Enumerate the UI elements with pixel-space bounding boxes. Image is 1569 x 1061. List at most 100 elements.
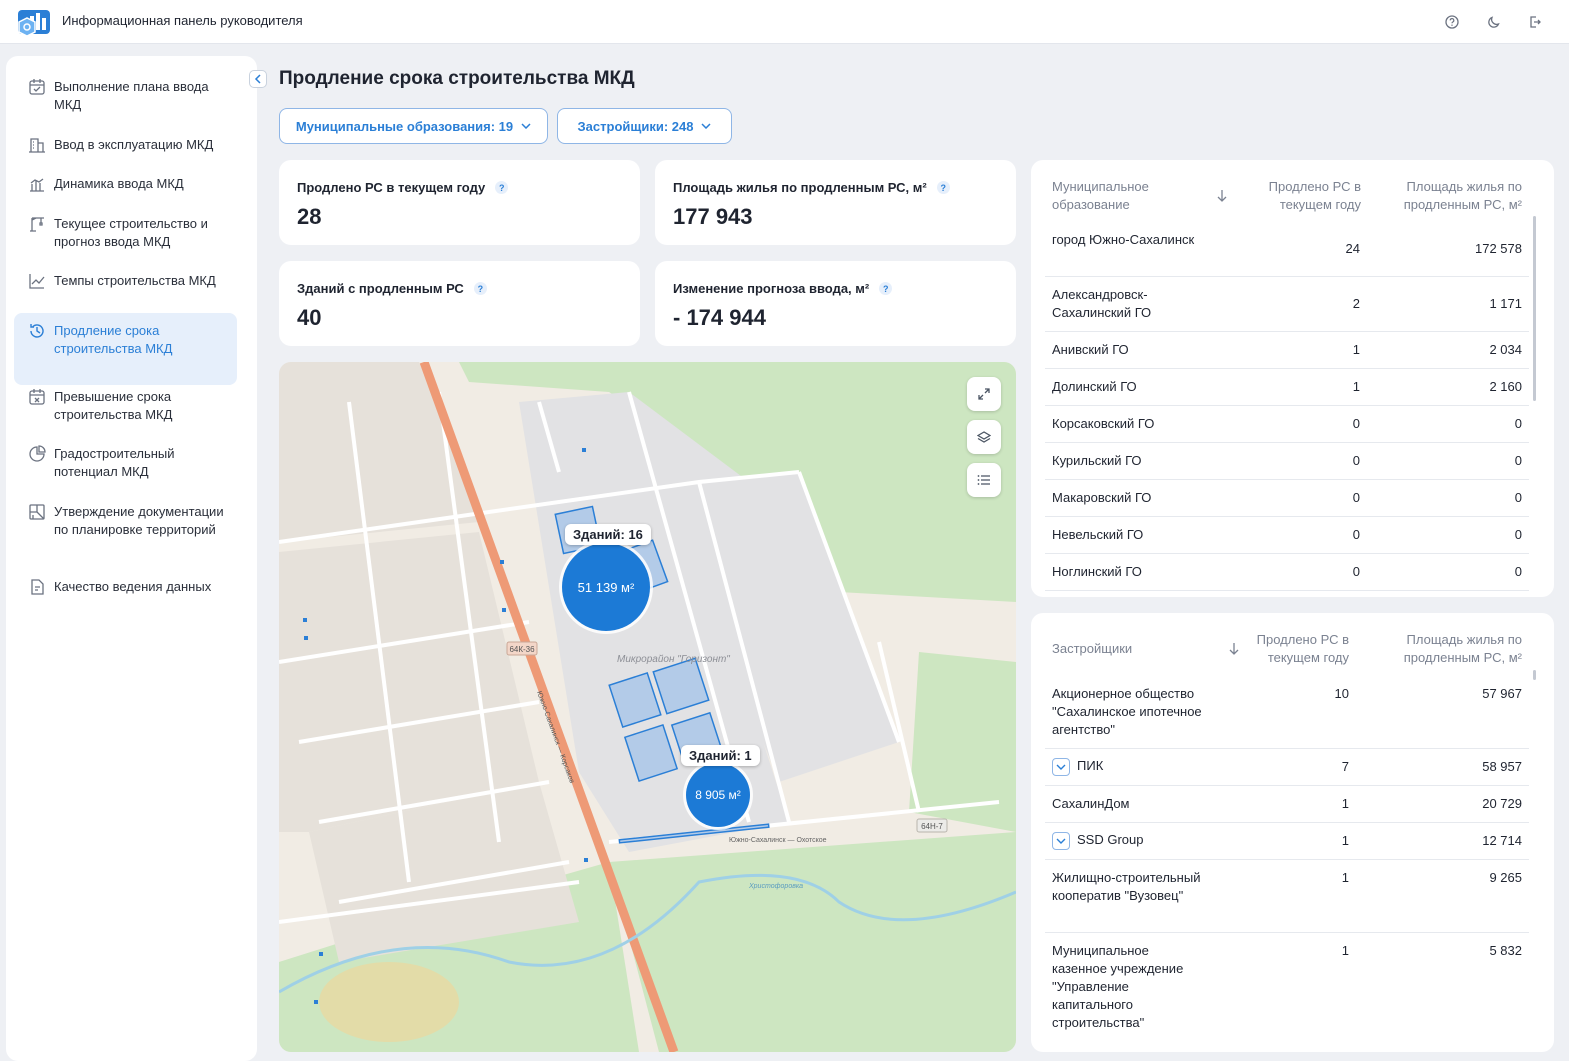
table-row[interactable]: Курильский ГО 0 0 xyxy=(1045,443,1529,480)
table-scrollbar[interactable] xyxy=(1533,216,1536,401)
sidebar-item-6[interactable]: Продление срока строительства МКД xyxy=(14,313,237,385)
column-header-count[interactable]: Продлено РС в текущем году xyxy=(1240,178,1361,214)
expand-row-icon[interactable] xyxy=(1052,757,1070,776)
cell-count: 24 xyxy=(1345,241,1360,256)
sidebar-item-7[interactable]: Превышение срока строительства МКД xyxy=(14,388,237,424)
layers-icon xyxy=(977,431,991,443)
sidebar-item-10[interactable]: Качество ведения данных xyxy=(14,578,237,596)
kpi-card-extended-count: Продлено РС в текущем году? 28 xyxy=(279,160,640,245)
page-title: Продление срока строительства МКД xyxy=(279,68,635,89)
table-row[interactable]: Долинский ГО 1 2 160 xyxy=(1045,369,1529,406)
table-row[interactable]: Корсаковский ГО 0 0 xyxy=(1045,406,1529,443)
layers-button[interactable] xyxy=(967,420,1001,454)
municipal-filter-dropdown[interactable]: Муниципальные образования: 19 xyxy=(279,108,548,144)
dark-mode-icon[interactable] xyxy=(1483,11,1505,33)
table-row[interactable]: Невельский ГО 0 0 xyxy=(1045,517,1529,554)
column-header-area[interactable]: Площадь жилья по продленным РС, м² xyxy=(1380,178,1522,214)
developers-filter-label: Застройщики: 248 xyxy=(577,118,694,134)
table-row[interactable]: Александровск-Сахалинский ГО 2 1 171 xyxy=(1045,277,1529,332)
cell-name: Анивский ГО xyxy=(1052,342,1129,357)
sidebar-item-1[interactable]: Выполнение плана ввода МКД xyxy=(14,78,237,114)
cell-count: 1 xyxy=(1341,870,1349,885)
table-row[interactable]: Анивский ГО 1 2 034 xyxy=(1045,332,1529,369)
column-header-name[interactable]: Застройщики xyxy=(1052,640,1202,658)
table-scrollbar[interactable] xyxy=(1533,670,1536,680)
table-row[interactable]: ПИК 7 58 957 xyxy=(1045,749,1529,786)
sidebar-item-2[interactable]: Ввод в эксплуатацию МКД xyxy=(14,136,237,154)
street-label: Южно-Сахалинск — Охотское xyxy=(729,837,827,844)
map-cluster[interactable]: 8 905 м² xyxy=(686,763,750,827)
cell-count: 0 xyxy=(1352,453,1360,468)
help-tooltip-icon[interactable]: ? xyxy=(473,282,487,295)
table-row[interactable]: Муниципальное казенное учреждение "Управ… xyxy=(1045,933,1529,1043)
sidebar-item-9[interactable]: Утверждение документации по планировке т… xyxy=(14,503,237,557)
sidebar-item-label: Динамика ввода МКД xyxy=(54,176,184,191)
cell-count: 2 xyxy=(1352,296,1360,311)
table-row[interactable]: SSD Group 1 12 714 xyxy=(1045,823,1529,860)
cell-name: Корсаковский ГО xyxy=(1052,416,1155,431)
cell-name: Макаровский ГО xyxy=(1052,490,1152,505)
help-tooltip-icon[interactable]: ? xyxy=(495,181,509,194)
calendar-check-icon xyxy=(29,79,45,95)
line-chart-icon xyxy=(29,274,45,289)
doc-check-icon xyxy=(31,579,44,595)
sort-arrow-icon[interactable] xyxy=(1216,189,1228,208)
cell-area: 57 967 xyxy=(1482,686,1522,701)
map-canvas[interactable]: 64К-36 64Н-7 Микрорайон "Горизонт" Южно-… xyxy=(279,362,1016,1052)
table-row[interactable]: Акционерное общество "Сахалинское ипотеч… xyxy=(1045,676,1529,749)
cell-name: Долинский ГО xyxy=(1052,379,1137,394)
cell-name: Невельский ГО xyxy=(1052,527,1144,542)
developers-filter-dropdown[interactable]: Застройщики: 248 xyxy=(557,108,732,144)
expand-row-icon[interactable] xyxy=(1052,831,1070,850)
kpi-card-forecast-change: Изменение прогноза ввода, м²? - 174 944 xyxy=(655,261,1016,346)
cell-area: 9 265 xyxy=(1489,870,1522,885)
column-header-area[interactable]: Площадь жилья по продленным РС, м² xyxy=(1380,631,1522,667)
column-header-name[interactable]: Муниципальное образование xyxy=(1052,178,1212,214)
logout-icon[interactable] xyxy=(1524,11,1546,33)
cell-name: Акционерное общество "Сахалинское ипотеч… xyxy=(1052,686,1202,737)
sidebar-item-3[interactable]: Динамика ввода МКД xyxy=(14,175,237,193)
map-park xyxy=(609,832,1016,1052)
calendar-x-icon xyxy=(29,389,45,405)
sidebar-item-label: Выполнение плана ввода МКД xyxy=(54,79,209,112)
sidebar-item-4[interactable]: Текущее строительство и прогноз ввода МК… xyxy=(14,215,237,251)
legend-button[interactable] xyxy=(967,463,1001,497)
cell-area: 2 160 xyxy=(1489,379,1522,394)
cell-name: Жилищно-строительный кооператив "Вузовец… xyxy=(1052,870,1201,903)
cell-name: Ноглинский ГО xyxy=(1052,564,1142,579)
sidebar-item-label: Темпы строительства МКД xyxy=(54,273,216,288)
table-row[interactable]: Макаровский ГО 0 0 xyxy=(1045,480,1529,517)
app-logo-icon[interactable] xyxy=(16,6,52,38)
sidebar-item-label: Качество ведения данных xyxy=(54,579,212,594)
kpi-label: Зданий с продленным РС xyxy=(297,281,464,296)
cluster-value: 51 139 м² xyxy=(577,579,635,595)
collapse-sidebar-button[interactable] xyxy=(249,70,267,88)
map-cluster[interactable]: 51 139 м² xyxy=(562,543,650,631)
municipal-filter-label: Муниципальные образования: 19 xyxy=(295,118,514,134)
cell-name-wrap: Муниципальное казенное учреждение "Управ… xyxy=(1052,942,1202,1032)
table-row[interactable]: Жилищно-строительный кооператив "Вузовец… xyxy=(1045,860,1529,933)
table-row[interactable]: СахалинДом 1 20 729 xyxy=(1045,786,1529,823)
help-tooltip-icon[interactable]: ? xyxy=(879,282,893,295)
cell-count: 0 xyxy=(1352,490,1360,505)
sidebar-item-8[interactable]: Градостроительный потенциал МКД xyxy=(14,445,237,481)
column-header-count[interactable]: Продлено РС в текущем году xyxy=(1240,631,1349,667)
kpi-value: - 174 944 xyxy=(673,305,766,330)
cell-area: 172 578 xyxy=(1475,241,1522,256)
top-bar: Информационная панель руководителя xyxy=(0,0,1569,44)
map-view[interactable]: 64К-36 64Н-7 Микрорайон "Горизонт" Южно-… xyxy=(279,362,1016,1052)
cluster-tag: Зданий: 16 xyxy=(565,524,651,545)
cell-count: 1 xyxy=(1352,379,1360,394)
sort-arrow-icon[interactable] xyxy=(1228,642,1240,661)
fullscreen-button[interactable] xyxy=(967,377,1001,411)
cell-area: 0 xyxy=(1514,490,1522,505)
cell-name: город Южно-Сахалинск xyxy=(1052,232,1195,247)
sidebar-item-label: Текущее строительство и прогноз ввода МК… xyxy=(54,216,208,249)
table-row[interactable]: Ноглинский ГО 0 0 xyxy=(1045,554,1529,591)
help-tooltip-icon[interactable]: ? xyxy=(936,181,950,194)
cluster-value: 8 905 м² xyxy=(695,788,741,802)
help-icon[interactable] xyxy=(1441,11,1463,33)
cell-count: 1 xyxy=(1352,342,1360,357)
sidebar-item-5[interactable]: Темпы строительства МКД xyxy=(14,272,237,308)
table-row[interactable]: город Южно-Сахалинск 24 172 578 xyxy=(1045,222,1529,277)
